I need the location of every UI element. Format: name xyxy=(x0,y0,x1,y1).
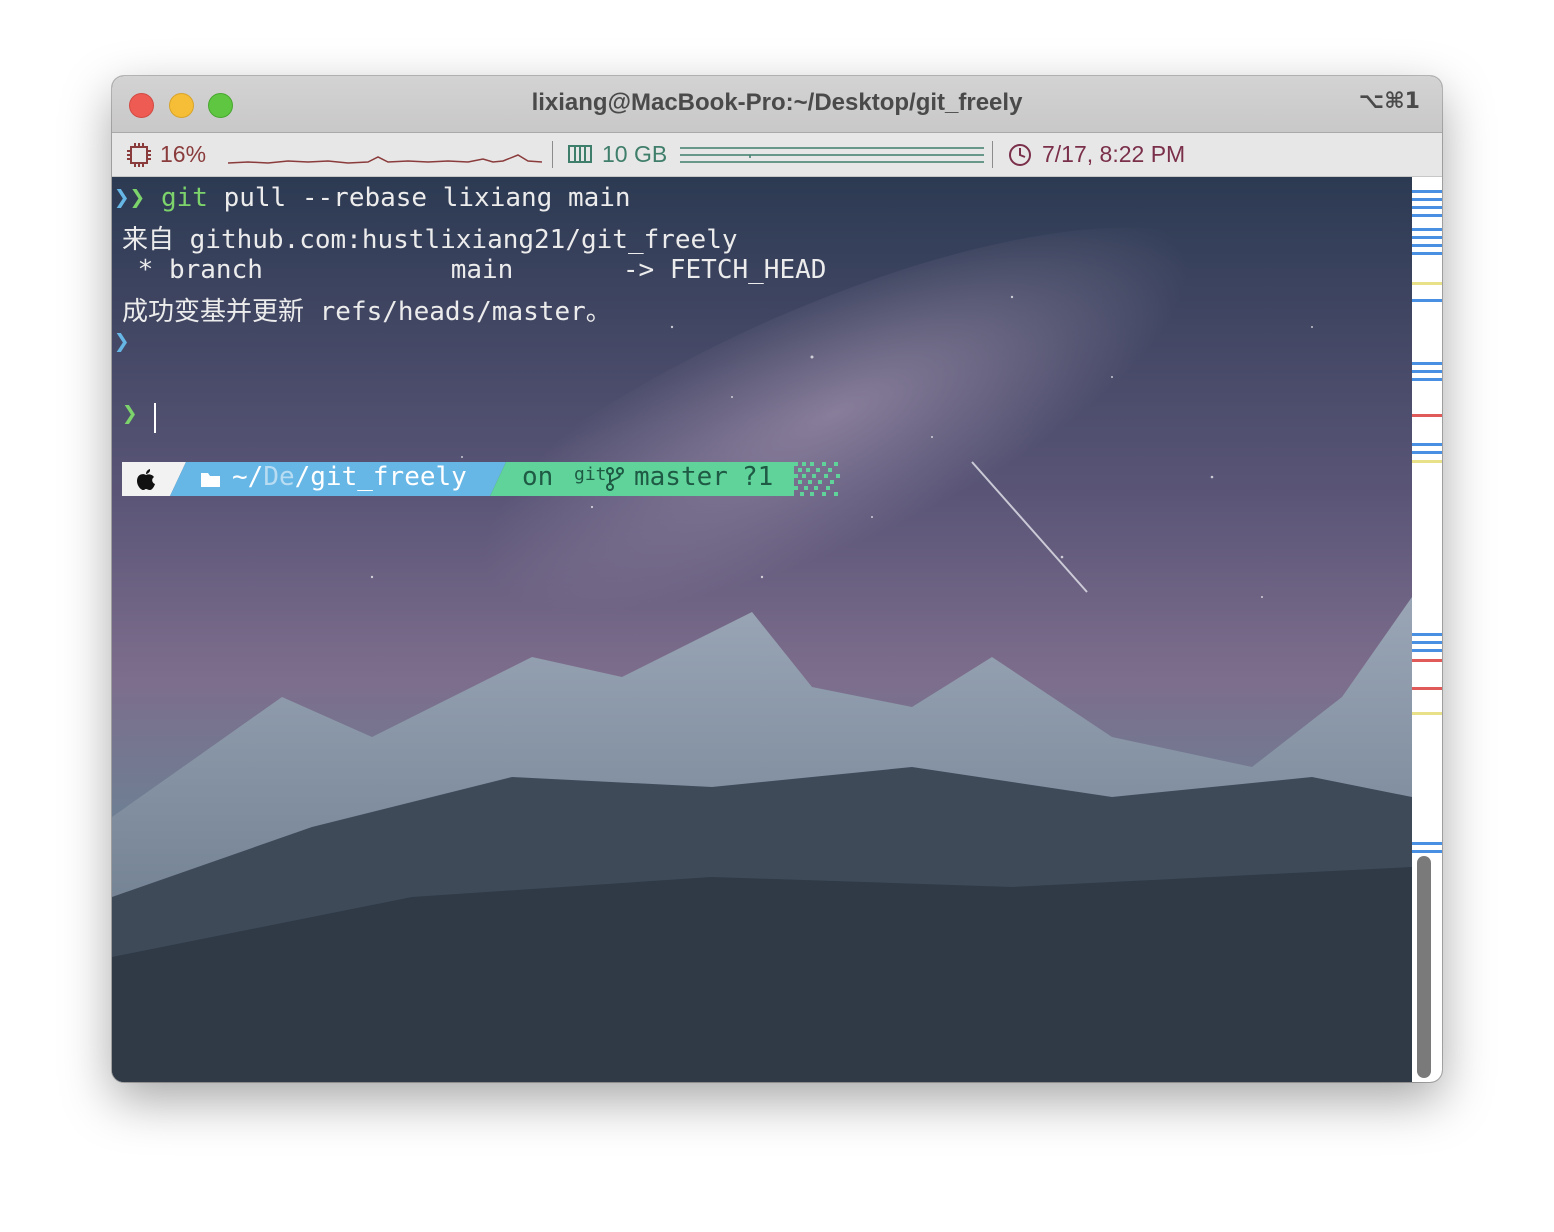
scroll-mark xyxy=(1412,649,1442,652)
segment-fade xyxy=(794,462,840,496)
terminal-line-command: ❯❯ git pull --rebase lixiang main xyxy=(114,183,631,213)
scroll-mark xyxy=(1412,190,1442,193)
status-separator xyxy=(552,141,553,168)
scroll-mark xyxy=(1412,414,1442,417)
directory-segment: ~/De/git_freely xyxy=(186,462,490,496)
scroll-mark xyxy=(1412,659,1442,662)
terminal-output-line: 来自 github.com:hustlixiang21/git_freely xyxy=(122,225,738,255)
dir-prefix: ~/ xyxy=(232,462,264,492)
scroll-mark xyxy=(1412,228,1442,231)
apple-icon xyxy=(137,469,155,490)
clock-datetime: 7/17, 8:22 PM xyxy=(1042,141,1186,167)
cpu-sparkline xyxy=(228,154,542,164)
terminal-area[interactable]: ❯❯ git pull --rebase lixiang main 来自 git… xyxy=(112,177,1412,1082)
memory-sparkline xyxy=(680,147,984,163)
scroll-mark xyxy=(1412,443,1442,446)
input-prompt: ❯ xyxy=(122,399,138,429)
text-cursor xyxy=(154,403,156,433)
scroll-mark xyxy=(1412,299,1442,302)
git-branch-name: master xyxy=(634,462,728,492)
prompt-symbol: ❯ xyxy=(129,183,146,213)
scroll-mark xyxy=(1412,451,1442,454)
memory-icon xyxy=(568,145,592,163)
segment-divider xyxy=(170,462,186,496)
scroll-mark xyxy=(1412,842,1442,845)
scroll-mark xyxy=(1412,206,1442,209)
scroll-mark xyxy=(1412,252,1442,255)
git-status: ?1 xyxy=(742,462,774,492)
cpu-chip-icon xyxy=(127,143,151,167)
terminal-output-line: * branch main -> FETCH_HEAD xyxy=(122,255,827,285)
scroll-mark xyxy=(1412,214,1442,217)
scroll-mark xyxy=(1412,687,1442,690)
os-segment xyxy=(122,462,170,496)
command-args: pull --rebase lixiang main xyxy=(207,183,631,213)
command-name: git xyxy=(160,183,208,213)
git-branch-icon xyxy=(606,467,624,491)
scroll-mark xyxy=(1412,198,1442,201)
dir-main: /git_freely xyxy=(294,462,467,492)
folder-icon xyxy=(201,473,220,487)
status-separator xyxy=(992,141,993,168)
scroll-mark xyxy=(1412,370,1442,373)
memory-usage: 10 GB xyxy=(602,141,668,167)
prompt-marker: ❯ xyxy=(114,327,130,357)
git-label: git xyxy=(574,464,607,485)
scroll-mark xyxy=(1412,641,1442,644)
terminal-window: lixiang@MacBook-Pro:~/Desktop/git_freely… xyxy=(112,76,1442,1082)
dir-dim: De xyxy=(263,462,295,492)
scroll-mark xyxy=(1412,362,1442,365)
status-bar: 16% 10 GB 7/17, 8:22 PM xyxy=(112,133,1442,177)
title-bar: lixiang@MacBook-Pro:~/Desktop/git_freely… xyxy=(112,76,1442,133)
scroll-mark xyxy=(1412,460,1442,463)
scroll-mark xyxy=(1412,378,1442,381)
scroll-mark xyxy=(1412,244,1442,247)
scroll-mark xyxy=(1412,633,1442,636)
clock-icon xyxy=(1009,144,1031,166)
scrollbar-thumb[interactable] xyxy=(1417,856,1431,1078)
scroll-mark xyxy=(1412,850,1442,853)
scroll-mark xyxy=(1412,236,1442,239)
scroll-mark xyxy=(1412,712,1442,715)
scroll-mark xyxy=(1412,282,1442,285)
window-shortcut: ⌥⌘1 xyxy=(1358,89,1420,114)
git-segment: on git master ?1 xyxy=(506,462,794,496)
git-on-label: on xyxy=(522,462,554,492)
cpu-usage: 16% xyxy=(160,141,207,167)
segment-divider xyxy=(490,462,506,496)
terminal-output-line: 成功变基并更新 refs/heads/master。 xyxy=(122,297,612,327)
window-title: lixiang@MacBook-Pro:~/Desktop/git_freely xyxy=(531,89,1023,116)
